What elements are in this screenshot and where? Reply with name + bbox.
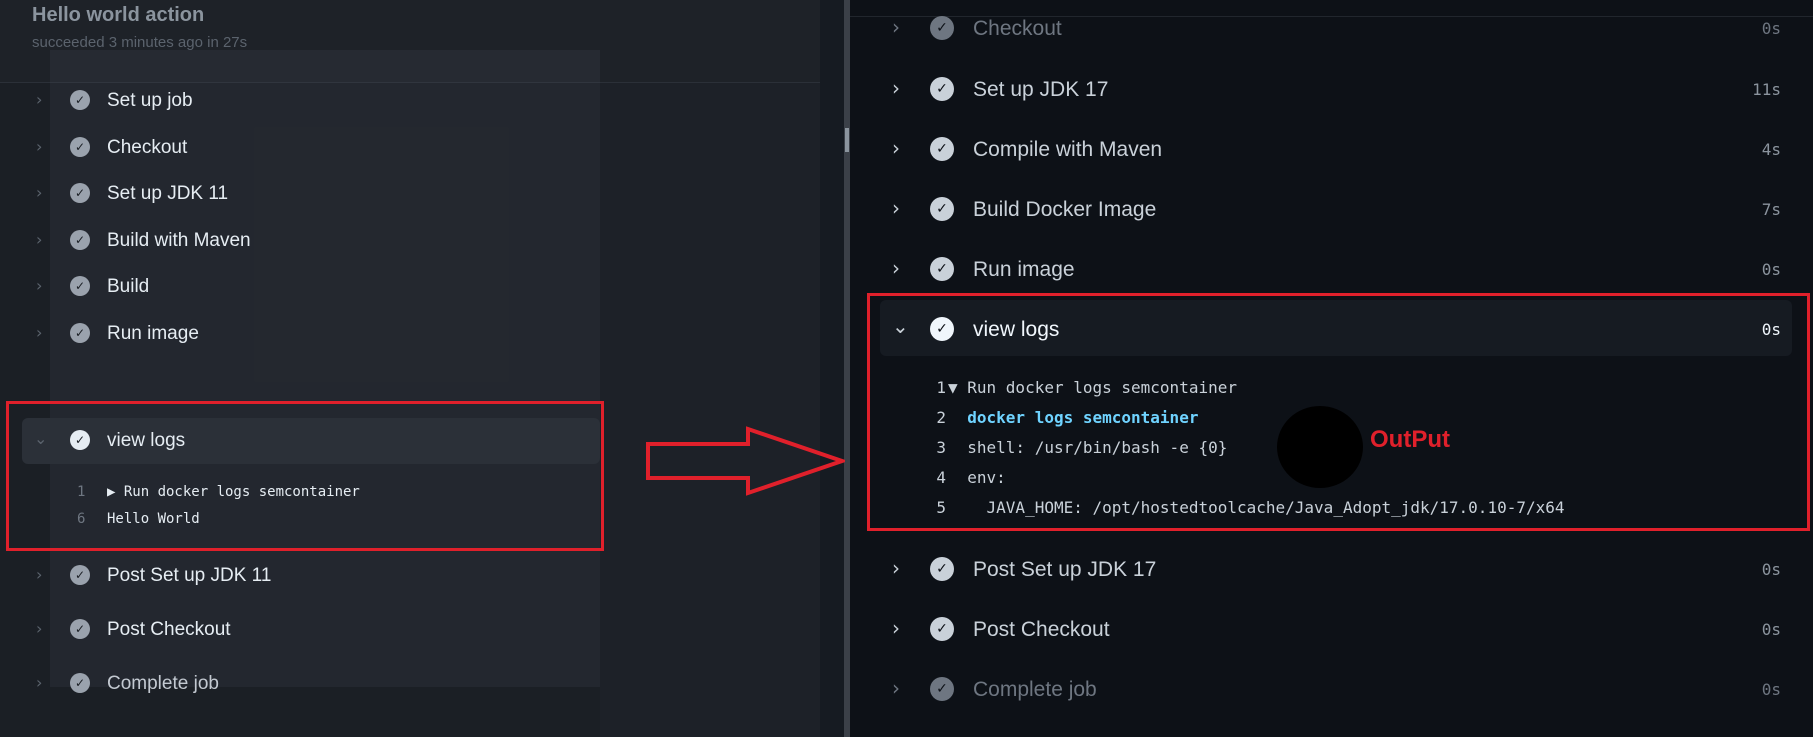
chevron-right-icon: › bbox=[36, 619, 43, 638]
chevron-right-icon: › bbox=[36, 565, 43, 584]
step-build-docker-image[interactable]: › ✓ Build Docker Image 7s bbox=[850, 184, 1813, 234]
step-label: Run image bbox=[973, 258, 1075, 281]
step-build[interactable]: › ✓ Build bbox=[0, 265, 600, 307]
step-label: Post Checkout bbox=[107, 619, 231, 640]
step-run-image[interactable]: › ✓ Run image 0s bbox=[850, 244, 1813, 294]
redaction-dot bbox=[1277, 406, 1363, 488]
left-panel: Hello world action succeeded 3 minutes a… bbox=[0, 0, 820, 737]
step-set-up-jdk-11[interactable]: › ✓ Set up JDK 11 bbox=[0, 172, 600, 214]
chevron-right-icon: › bbox=[36, 323, 43, 342]
chevron-right-icon: › bbox=[36, 230, 43, 249]
check-circle-icon: ✓ bbox=[70, 230, 90, 250]
check-circle-icon: ✓ bbox=[70, 323, 90, 343]
step-label: Post Set up JDK 11 bbox=[107, 565, 272, 586]
job-title: Hello world action bbox=[32, 4, 205, 26]
chevron-right-icon: › bbox=[892, 676, 900, 700]
step-complete-job[interactable]: › ✓ Complete job bbox=[0, 662, 600, 704]
step-duration: 0s bbox=[1761, 19, 1781, 38]
step-duration: 0s bbox=[1761, 560, 1781, 579]
output-annotation-label: OutPut bbox=[1370, 426, 1450, 453]
step-label: Post Checkout bbox=[973, 618, 1110, 641]
check-circle-icon: ✓ bbox=[930, 137, 954, 161]
chevron-right-icon: › bbox=[892, 556, 900, 580]
step-run-image[interactable]: › ✓ Run image bbox=[0, 312, 600, 354]
panel-divider bbox=[820, 0, 850, 737]
check-circle-icon: ✓ bbox=[70, 673, 90, 693]
step-label: Complete job bbox=[107, 673, 219, 694]
chevron-right-icon: › bbox=[892, 616, 900, 640]
step-compile-with-maven[interactable]: › ✓ Compile with Maven 4s bbox=[850, 124, 1813, 174]
step-label: Compile with Maven bbox=[973, 138, 1163, 161]
check-circle-icon: ✓ bbox=[70, 619, 90, 639]
check-circle-icon: ✓ bbox=[930, 617, 954, 641]
check-circle-icon: ✓ bbox=[70, 137, 90, 157]
step-checkout[interactable]: › ✓ Checkout bbox=[0, 126, 600, 168]
step-duration: 11s bbox=[1752, 80, 1781, 99]
left-highlight-box bbox=[6, 401, 604, 551]
step-build-with-maven[interactable]: › ✓ Build with Maven bbox=[0, 219, 600, 261]
step-label: Build bbox=[107, 276, 150, 297]
step-duration: 0s bbox=[1761, 260, 1781, 279]
step-label: Checkout bbox=[973, 17, 1062, 40]
step-duration: 7s bbox=[1761, 200, 1781, 219]
check-circle-icon: ✓ bbox=[70, 276, 90, 296]
check-circle-icon: ✓ bbox=[930, 257, 954, 281]
chevron-right-icon: › bbox=[36, 90, 43, 109]
step-label: Checkout bbox=[107, 137, 188, 158]
check-circle-icon: ✓ bbox=[930, 77, 954, 101]
chevron-right-icon: › bbox=[36, 183, 43, 202]
step-duration: 0s bbox=[1761, 680, 1781, 699]
step-label: Set up job bbox=[107, 90, 193, 111]
check-circle-icon: ✓ bbox=[70, 183, 90, 203]
step-checkout[interactable]: › ✓ Checkout 0s bbox=[850, 3, 1813, 53]
chevron-right-icon: › bbox=[892, 196, 900, 220]
step-label: Build Docker Image bbox=[973, 198, 1157, 221]
step-post-checkout[interactable]: › ✓ Post Checkout bbox=[0, 608, 600, 650]
chevron-right-icon: › bbox=[36, 673, 43, 692]
chevron-right-icon: › bbox=[892, 15, 900, 39]
check-circle-icon: ✓ bbox=[70, 90, 90, 110]
check-circle-icon: ✓ bbox=[930, 677, 954, 701]
job-subtitle: succeeded 3 minutes ago in 27s bbox=[32, 34, 248, 51]
check-circle-icon: ✓ bbox=[930, 16, 954, 40]
check-circle-icon: ✓ bbox=[930, 197, 954, 221]
scrollbar-thumb[interactable] bbox=[845, 128, 849, 152]
chevron-right-icon: › bbox=[892, 256, 900, 280]
step-label: Set up JDK 17 bbox=[973, 78, 1109, 101]
step-duration: 4s bbox=[1761, 140, 1781, 159]
left-panel-shade bbox=[600, 0, 820, 737]
step-post-checkout[interactable]: › ✓ Post Checkout 0s bbox=[850, 604, 1813, 654]
step-label: Set up JDK 11 bbox=[107, 183, 229, 204]
step-label: Post Set up JDK 17 bbox=[973, 558, 1157, 581]
step-complete-job[interactable]: › ✓ Complete job 0s bbox=[850, 664, 1813, 714]
step-post-set-up-jdk-17[interactable]: › ✓ Post Set up JDK 17 0s bbox=[850, 544, 1813, 594]
arrow-right-icon bbox=[646, 426, 845, 496]
step-set-up-job[interactable]: › ✓ Set up job bbox=[0, 79, 600, 121]
step-post-set-up-jdk-11[interactable]: › ✓ Post Set up JDK 11 bbox=[0, 554, 600, 596]
step-label: Build with Maven bbox=[107, 230, 251, 251]
chevron-right-icon: › bbox=[892, 76, 900, 100]
step-label: Run image bbox=[107, 323, 199, 344]
check-circle-icon: ✓ bbox=[70, 565, 90, 585]
step-set-up-jdk-17[interactable]: › ✓ Set up JDK 17 11s bbox=[850, 64, 1813, 114]
step-label: Complete job bbox=[973, 678, 1097, 701]
step-duration: 0s bbox=[1761, 620, 1781, 639]
check-circle-icon: ✓ bbox=[930, 557, 954, 581]
chevron-right-icon: › bbox=[36, 276, 43, 295]
chevron-right-icon: › bbox=[892, 136, 900, 160]
chevron-right-icon: › bbox=[36, 137, 43, 156]
